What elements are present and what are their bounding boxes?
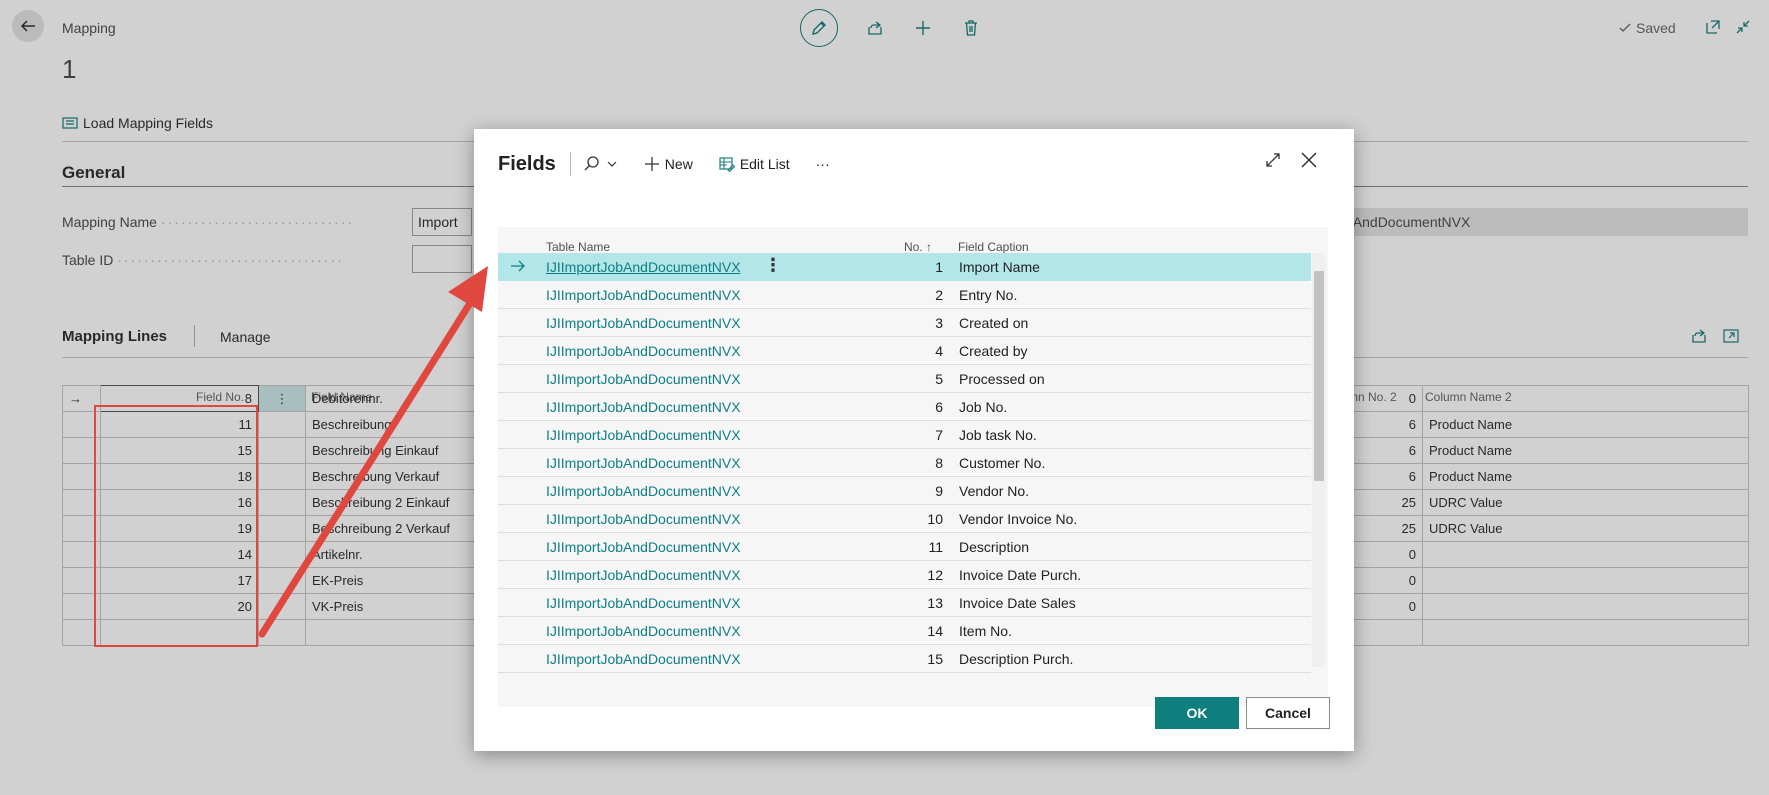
row-selected-arrow-icon xyxy=(510,258,526,277)
field-caption-value: Import Name xyxy=(959,259,1040,275)
table-name-link[interactable]: IJIImportJobAndDocumentNVX xyxy=(546,455,741,471)
field-no-value: 4 xyxy=(935,343,943,359)
field-no-value: 15 xyxy=(927,651,943,667)
list-item[interactable]: IJIImportJobAndDocumentNVX 10 Vendor Invoi… xyxy=(498,505,1311,533)
list-item[interactable]: IJIImportJobAndDocumentNVX 15 Description … xyxy=(498,645,1311,673)
list-item[interactable]: IJIImportJobAndDocumentNVX 6 Job No. xyxy=(498,393,1311,421)
search-button[interactable] xyxy=(583,155,618,173)
table-name-link[interactable]: IJIImportJobAndDocumentNVX xyxy=(546,595,741,611)
list-item[interactable]: IJIImportJobAndDocumentNVX 5 Processed on xyxy=(498,365,1311,393)
expand-icon[interactable] xyxy=(1264,151,1282,169)
new-button[interactable]: New xyxy=(644,156,693,172)
table-name-link[interactable]: IJIImportJobAndDocumentNVX xyxy=(546,511,741,527)
field-no-value: 5 xyxy=(935,371,943,387)
field-no-value: 14 xyxy=(927,623,943,639)
plus-icon xyxy=(644,157,659,171)
grid-scrollbar[interactable] xyxy=(1312,253,1326,667)
table-name-link[interactable]: IJIImportJobAndDocumentNVX xyxy=(546,567,741,583)
more-options-button[interactable]: ··· xyxy=(816,156,830,172)
table-name-column-header[interactable]: Table Name xyxy=(546,240,610,254)
field-caption-value: Job No. xyxy=(959,399,1008,415)
cancel-button[interactable]: Cancel xyxy=(1246,697,1330,729)
search-icon xyxy=(584,156,599,171)
fields-lookup-dialog: Fields New Edit List ··· Table Name No. … xyxy=(474,129,1354,751)
table-name-link[interactable]: IJIImportJobAndDocumentNVX xyxy=(546,315,741,331)
table-name-link[interactable]: IJIImportJobAndDocumentNVX xyxy=(546,343,741,359)
field-no-value: 12 xyxy=(927,567,943,583)
mapping-card-page: Mapping 1 Saved Load Mapping Fields Gene… xyxy=(0,0,1769,795)
field-no-value: 10 xyxy=(927,511,943,527)
dialog-header: Fields New Edit List ··· xyxy=(498,149,856,179)
dialog-window-controls xyxy=(1264,151,1318,169)
table-name-link[interactable]: IJIImportJobAndDocumentNVX xyxy=(546,287,741,303)
annotation-highlight-box xyxy=(94,405,258,647)
field-caption-value: Processed on xyxy=(959,371,1045,387)
list-item[interactable]: IJIImportJobAndDocumentNVX 2 Entry No. xyxy=(498,281,1311,309)
dialog-title: Fields xyxy=(498,152,556,175)
field-caption-value: Vendor No. xyxy=(959,483,1030,499)
edit-list-label: Edit List xyxy=(739,156,790,172)
table-name-link[interactable]: IJIImportJobAndDocumentNVX xyxy=(546,427,741,443)
table-name-link[interactable]: IJIImportJobAndDocumentNVX xyxy=(546,623,741,639)
field-caption-value: Invoice Date Sales xyxy=(959,595,1076,611)
field-caption-value: Description Purch. xyxy=(959,651,1074,667)
row-actions-icon[interactable]: ⋮ xyxy=(764,255,782,276)
list-item[interactable]: IJIImportJobAndDocumentNVX 14 Item No. xyxy=(498,617,1311,645)
field-no-value: 6 xyxy=(935,399,943,415)
chevron-down-icon xyxy=(607,161,617,167)
field-no-value: 2 xyxy=(935,287,943,303)
new-label: New xyxy=(664,156,693,172)
divider xyxy=(569,152,571,176)
close-icon[interactable] xyxy=(1300,151,1318,169)
edit-list-button[interactable]: Edit List xyxy=(719,156,790,172)
field-no-value: 13 xyxy=(927,595,943,611)
table-name-link[interactable]: IJIImportJobAndDocumentNVX xyxy=(546,371,741,387)
field-caption-column-header[interactable]: Field Caption xyxy=(958,240,1029,254)
field-caption-value: Entry No. xyxy=(959,287,1018,303)
field-caption-value: Customer No. xyxy=(959,455,1046,471)
field-no-value: 9 xyxy=(935,483,943,499)
field-caption-value: Created by xyxy=(959,343,1028,359)
field-caption-value: Invoice Date Purch. xyxy=(959,567,1082,583)
list-item[interactable]: IJIImportJobAndDocumentNVX 9 Vendor No. xyxy=(498,477,1311,505)
table-name-link[interactable]: IJIImportJobAndDocumentNVX xyxy=(546,483,741,499)
field-no-value: 3 xyxy=(935,315,943,331)
field-no-value: 11 xyxy=(928,539,943,555)
scrollbar-thumb[interactable] xyxy=(1314,271,1324,481)
list-item[interactable]: IJIImportJobAndDocumentNVX 12 Invoice Date… xyxy=(498,561,1311,589)
no-column-header[interactable]: No. ↑ xyxy=(904,240,932,254)
table-name-link[interactable]: IJIImportJobAndDocumentNVX xyxy=(546,399,741,415)
list-item[interactable]: IJIImportJobAndDocumentNVX 3 Created on xyxy=(498,309,1311,337)
table-name-link[interactable]: IJIImportJobAndDocumentNVX xyxy=(546,651,741,667)
edit-list-icon xyxy=(719,157,735,172)
field-no-value: 7 xyxy=(935,427,943,443)
table-name-link[interactable]: IJIImportJobAndDocumentNVX xyxy=(546,259,741,275)
field-caption-value: Item No. xyxy=(959,623,1012,639)
table-name-link[interactable]: IJIImportJobAndDocumentNVX xyxy=(546,539,741,555)
list-item[interactable]: IJIImportJobAndDocumentNVX 7 Job task No. xyxy=(498,421,1311,449)
list-item[interactable]: IJIImportJobAndDocumentNVX 8 Customer No. xyxy=(498,449,1311,477)
list-item[interactable]: IJIImportJobAndDocumentNVX 13 Invoice Date… xyxy=(498,589,1311,617)
list-item[interactable]: IJIImportJobAndDocumentNVX 11 Description xyxy=(498,533,1311,561)
field-caption-value: Created on xyxy=(959,315,1029,331)
list-item[interactable]: IJIImportJobAndDocumentNVX 4 Created by xyxy=(498,337,1311,365)
field-no-value: 1 xyxy=(935,259,943,275)
field-caption-value: Description xyxy=(959,539,1030,555)
field-caption-value: Vendor Invoice No. xyxy=(959,511,1078,527)
field-no-value: 8 xyxy=(935,455,943,471)
ok-button[interactable]: OK xyxy=(1155,697,1239,729)
field-caption-value: Job task No. xyxy=(959,427,1037,443)
list-item[interactable]: ⋮ IJIImportJobAndDocumentNVX 1 Import Name xyxy=(498,253,1311,281)
